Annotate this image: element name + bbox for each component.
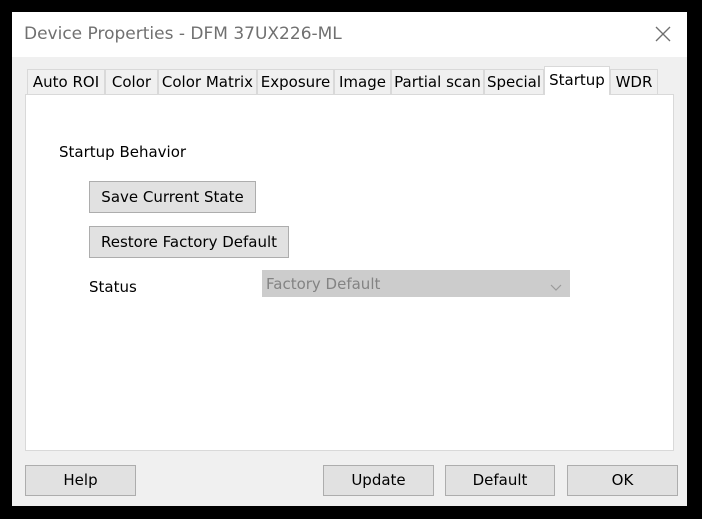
save-current-state-button[interactable]: Save Current State [89, 181, 256, 213]
status-label: Status [89, 278, 137, 296]
device-properties-dialog: Device Properties - DFM 37UX226-ML Auto … [12, 12, 687, 506]
tab-color-matrix[interactable]: Color Matrix [158, 69, 257, 94]
tab-wdr[interactable]: WDR [610, 69, 658, 94]
window-title: Device Properties - DFM 37UX226-ML [24, 24, 342, 44]
tab-special[interactable]: Special [484, 69, 544, 94]
ok-button[interactable]: OK [567, 465, 678, 496]
restore-factory-default-button[interactable]: Restore Factory Default [89, 226, 289, 258]
tab-auto-roi[interactable]: Auto ROI [27, 69, 105, 94]
default-button[interactable]: Default [445, 465, 555, 496]
tab-color[interactable]: Color [105, 69, 158, 94]
tab-image[interactable]: Image [334, 69, 391, 94]
startup-panel: Startup Behavior Save Current State Rest… [25, 94, 674, 451]
update-button[interactable]: Update [323, 465, 434, 496]
tab-startup[interactable]: Startup [544, 66, 610, 95]
title-bar: Device Properties - DFM 37UX226-ML [12, 12, 687, 57]
status-dropdown: Factory Default [262, 270, 570, 297]
close-icon[interactable] [653, 24, 673, 44]
tab-exposure[interactable]: Exposure [257, 69, 334, 94]
startup-behavior-label: Startup Behavior [59, 143, 187, 161]
chevron-down-icon [550, 279, 562, 291]
help-button[interactable]: Help [25, 465, 136, 496]
status-value: Factory Default [266, 275, 381, 293]
tab-partial-scan[interactable]: Partial scan [391, 69, 484, 94]
